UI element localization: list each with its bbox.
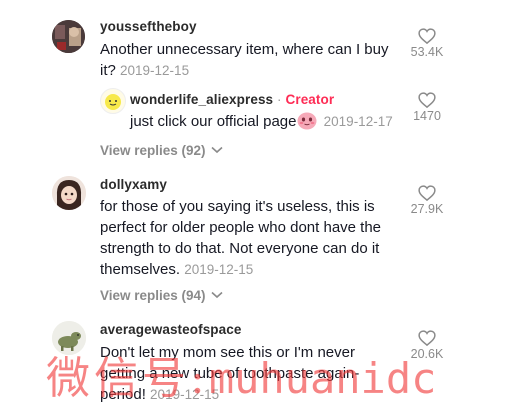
- comment-date: 2019-12-15: [150, 387, 220, 402]
- comment-text-line: Don't let my mom see this or I'm never: [100, 344, 355, 361]
- blush-emoji-icon: [297, 111, 317, 136]
- reply-text-content: just click our official page: [130, 113, 297, 130]
- avatar-image: [52, 20, 85, 53]
- comment-text-line: for those of you saying it's useless, th…: [100, 198, 375, 215]
- heart-icon: [418, 92, 436, 108]
- reply-avatar[interactable]: [100, 88, 126, 114]
- chevron-down-icon: [211, 291, 223, 299]
- view-replies-button[interactable]: View replies (92): [100, 143, 223, 158]
- like-button[interactable]: 53.4K: [405, 28, 449, 59]
- separator-dot: ·: [277, 92, 282, 107]
- heart-icon: [418, 330, 436, 346]
- reply-like-button[interactable]: 1470: [405, 92, 449, 123]
- comment-text: Don't let my mom see this or I'm never g…: [100, 342, 410, 405]
- avatar[interactable]: [52, 176, 86, 210]
- comment-text-line: period!: [100, 386, 146, 403]
- comment-username[interactable]: yousseftheboy: [100, 19, 197, 34]
- avatar-image: [52, 321, 86, 355]
- heart-icon: [418, 28, 436, 44]
- comment-text-line: it?: [100, 62, 116, 79]
- comment-text-line: getting a new tube of toothpaste again-: [100, 365, 360, 382]
- creator-badge: Creator: [285, 92, 335, 107]
- avatar-image: [105, 94, 121, 110]
- like-count: 27.9K: [410, 202, 444, 216]
- like-count: 1470: [413, 109, 441, 123]
- chevron-down-icon: [211, 146, 223, 154]
- reply-username[interactable]: wonderlife_aliexpress: [130, 92, 273, 107]
- comment-text: for those of you saying it's useless, th…: [100, 196, 410, 280]
- reply-text: just click our official page 2019-12-17: [130, 111, 410, 136]
- heart-icon: [418, 185, 436, 201]
- view-replies-label: View replies (94): [100, 288, 206, 303]
- comment-username[interactable]: averagewasteofspace: [100, 322, 241, 337]
- comment-username[interactable]: dollyxamy: [100, 177, 167, 192]
- avatar-image: [52, 176, 86, 210]
- comment-date: 2019-12-15: [120, 63, 190, 78]
- comment-text-line: strength to do that. Not everyone can do…: [100, 240, 380, 257]
- like-button[interactable]: 27.9K: [405, 185, 449, 216]
- like-count: 20.6K: [410, 347, 444, 361]
- reply-username-row: wonderlife_aliexpress · Creator: [130, 92, 334, 107]
- comment-text-line: Another unnecessary item, where can I bu…: [100, 41, 389, 58]
- like-count: 53.4K: [410, 45, 444, 59]
- view-replies-button[interactable]: View replies (94): [100, 288, 223, 303]
- comment-date: 2019-12-15: [184, 262, 254, 277]
- like-button[interactable]: 20.6K: [405, 330, 449, 361]
- comment-text-line: perfect for older people who dont have t…: [100, 219, 382, 236]
- avatar[interactable]: [52, 20, 85, 53]
- view-replies-label: View replies (92): [100, 143, 206, 158]
- comment-text: Another unnecessary item, where can I bu…: [100, 39, 405, 81]
- avatar[interactable]: [52, 321, 86, 355]
- reply-date: 2019-12-17: [323, 114, 393, 129]
- comment-text-line: themselves.: [100, 261, 181, 278]
